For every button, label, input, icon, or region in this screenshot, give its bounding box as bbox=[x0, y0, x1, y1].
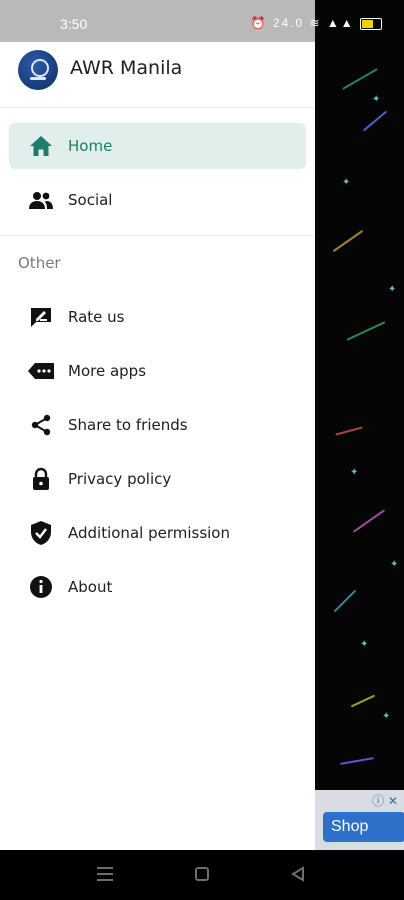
menu-item-label: Home bbox=[68, 137, 113, 155]
menu-item-label: About bbox=[68, 578, 113, 596]
menu-icon[interactable] bbox=[96, 866, 114, 886]
menu-item-label: Social bbox=[68, 191, 113, 209]
status-time: 3:50 bbox=[60, 16, 88, 32]
menu-item-more-apps[interactable]: More apps bbox=[9, 348, 306, 394]
section-title-other: Other bbox=[18, 254, 61, 272]
share-icon bbox=[23, 413, 59, 437]
menu-item-label: Privacy policy bbox=[68, 470, 172, 488]
menu-item-label: Share to friends bbox=[68, 416, 188, 434]
battery-icon bbox=[360, 17, 382, 30]
drawer-header: AWR Manila bbox=[0, 42, 315, 108]
menu-item-label: Additional permission bbox=[68, 524, 230, 542]
shield-check-icon bbox=[23, 520, 59, 546]
ad-banner[interactable]: ⓘ ✕ Shop bbox=[315, 790, 404, 850]
menu-item-social[interactable]: Social bbox=[9, 177, 306, 223]
home-icon bbox=[23, 135, 59, 157]
status-icons-text: ⏰ 24.0 ≋ ▲▲ bbox=[250, 16, 360, 30]
menu-item-label: Rate us bbox=[68, 308, 125, 326]
ad-info-close-icons[interactable]: ⓘ ✕ bbox=[372, 792, 398, 809]
more-apps-icon bbox=[23, 361, 59, 381]
info-icon bbox=[23, 575, 59, 599]
shop-button[interactable]: Shop bbox=[323, 812, 404, 842]
menu-item-about[interactable]: About bbox=[9, 564, 306, 610]
menu-item-share-to-friends[interactable]: Share to friends bbox=[9, 402, 306, 448]
lock-icon bbox=[23, 467, 59, 491]
status-bar: 3:50 ⏰ 24.0 ≋ ▲▲ bbox=[0, 0, 404, 42]
system-nav-bar bbox=[0, 850, 404, 900]
status-icons: ⏰ 24.0 ≋ ▲▲ bbox=[251, 16, 382, 30]
menu-item-additional-permission[interactable]: Additional permission bbox=[9, 510, 306, 556]
app-title: AWR Manila bbox=[70, 57, 183, 79]
rate-icon bbox=[23, 306, 59, 328]
app-logo-icon bbox=[18, 50, 58, 90]
primary-menu: Home Social bbox=[0, 108, 315, 236]
menu-item-privacy-policy[interactable]: Privacy policy bbox=[9, 456, 306, 502]
navigation-drawer: AWR Manila Home Social Other Rate us Mor… bbox=[0, 42, 315, 850]
back-triangle-icon[interactable] bbox=[290, 866, 306, 886]
people-icon bbox=[23, 190, 59, 210]
square-icon[interactable] bbox=[194, 866, 210, 886]
secondary-menu: Rate us More apps Share to friends Priva… bbox=[0, 284, 315, 610]
menu-item-rate-us[interactable]: Rate us bbox=[9, 294, 306, 340]
menu-item-label: More apps bbox=[68, 362, 147, 380]
menu-item-home[interactable]: Home bbox=[9, 123, 306, 169]
